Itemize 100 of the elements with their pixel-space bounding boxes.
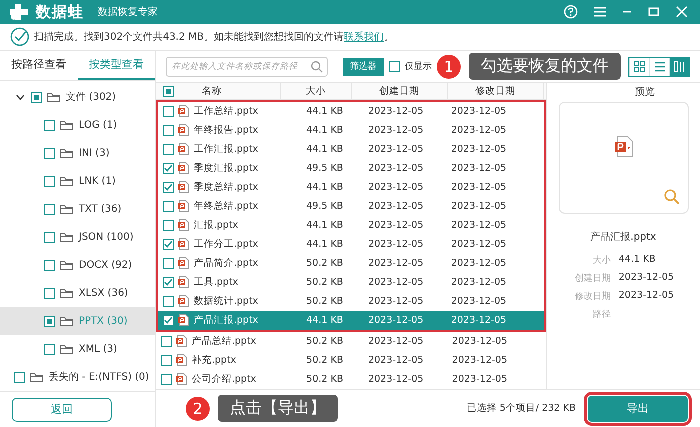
column-label[interactable]: 名称 <box>202 84 222 98</box>
folder-icon <box>60 203 74 216</box>
view-tab[interactable]: 按类型查看 <box>78 51 155 80</box>
view-mode-button[interactable] <box>669 58 689 76</box>
checkbox[interactable] <box>44 260 55 271</box>
tree-item[interactable]: XML (3) <box>0 335 155 364</box>
created-date: 2023-12-05 <box>367 374 425 385</box>
checkbox[interactable] <box>161 336 172 347</box>
tree-item[interactable]: XLSX (36) <box>0 279 155 308</box>
file-name: 补充.pptx <box>192 354 236 367</box>
presentation-file-icon <box>176 373 188 386</box>
checkbox[interactable] <box>44 120 55 131</box>
checkbox[interactable] <box>163 315 174 326</box>
presentation-file-icon <box>178 238 190 251</box>
contact-link[interactable]: 联系我们 <box>344 32 384 43</box>
checkbox[interactable] <box>163 220 174 231</box>
view-tab[interactable]: 按路径查看 <box>0 51 78 80</box>
tree-item[interactable]: LNK (1) <box>0 167 155 196</box>
table-row[interactable]: 产品简介.pptx 50.2 KB 2023-12-05 2023-12-05 <box>158 254 544 273</box>
table-row[interactable]: 工作总结.pptx 44.1 KB 2023-12-05 2023-12-05 <box>158 102 544 121</box>
table-row[interactable]: 季度汇报.pptx 49.5 KB 2023-12-05 2023-12-05 <box>158 159 544 178</box>
table-row[interactable]: 产品汇报.pptx 44.1 KB 2023-12-05 2023-12-05 <box>158 311 544 330</box>
tree-item[interactable]: 丢失的 - E:(NTFS) (0) <box>0 363 155 392</box>
checkbox[interactable] <box>163 125 174 136</box>
detail-label: 路径 <box>592 308 611 321</box>
table-row[interactable]: 工作汇报.pptx 44.1 KB 2023-12-05 2023-12-05 <box>158 140 544 159</box>
table-row[interactable]: 年终总结.pptx 49.5 KB 2023-12-05 2023-12-05 <box>158 197 544 216</box>
checkbox[interactable] <box>163 163 174 174</box>
filter-button[interactable]: 筛选器 <box>343 58 384 76</box>
checkbox[interactable] <box>44 204 55 215</box>
checkbox[interactable] <box>163 86 174 96</box>
tree-item[interactable]: 文件 (302) <box>0 83 155 112</box>
back-button[interactable]: 返回 <box>12 398 112 422</box>
step-badge: 2 <box>186 396 210 420</box>
folder-icon <box>60 315 74 328</box>
created-date: 2023-12-05 <box>367 315 425 326</box>
checkbox[interactable] <box>44 288 55 299</box>
file-size: 44.1 KB <box>306 144 344 155</box>
file-size: 44.1 KB <box>306 220 344 231</box>
created-date: 2023-12-05 <box>367 239 425 250</box>
created-date: 2023-12-05 <box>367 336 425 347</box>
tree-item[interactable]: INI (3) <box>0 139 155 168</box>
tree-item-label: LOG (1) <box>79 120 118 131</box>
presentation-file-icon <box>178 314 190 327</box>
file-size: 50.2 KB <box>306 258 344 269</box>
tree-item[interactable]: JSON (100) <box>0 223 155 252</box>
checkbox[interactable] <box>44 344 55 355</box>
table-row[interactable]: 汇报.pptx 44.1 KB 2023-12-05 2023-12-05 <box>158 216 544 235</box>
file-name: 公司介绍.pptx <box>192 373 256 386</box>
modified-date: 2023-12-05 <box>451 277 508 288</box>
folder-icon <box>30 371 44 384</box>
search-field[interactable]: 在此处输入文件名称或保存路径 <box>166 56 328 76</box>
checkbox[interactable] <box>163 182 174 193</box>
created-date: 2023-12-05 <box>367 277 425 288</box>
modified-date: 2023-12-05 <box>451 315 508 326</box>
checkbox[interactable] <box>163 296 174 307</box>
grid-icon <box>634 60 646 72</box>
export-button[interactable]: 导出 <box>588 396 688 422</box>
created-date: 2023-12-05 <box>367 182 425 193</box>
tree-item[interactable]: DOCX (92) <box>0 251 155 280</box>
checkbox[interactable] <box>161 355 172 366</box>
checkbox[interactable] <box>31 92 42 103</box>
menu-icon <box>594 6 606 18</box>
panel-icon <box>674 60 686 72</box>
table-row[interactable]: 年终报告.pptx 44.1 KB 2023-12-05 2023-12-05 <box>158 121 544 140</box>
file-size: 50.2 KB <box>306 296 344 307</box>
view-mode-group[interactable] <box>628 56 690 76</box>
file-name: 数据统计.pptx <box>194 295 258 308</box>
table-row[interactable]: 产品总结.pptx 50.2 KB 2023-12-05 2023-12-05 <box>156 332 546 351</box>
column-header[interactable]: 创建日期 <box>352 83 448 99</box>
checkbox[interactable] <box>44 232 55 243</box>
file-size: 44.1 KB <box>306 239 344 250</box>
created-date: 2023-12-05 <box>367 201 425 212</box>
checkbox[interactable] <box>163 144 174 155</box>
checkbox[interactable] <box>44 148 55 159</box>
column-header[interactable]: 大小 <box>281 83 352 99</box>
checkbox[interactable] <box>163 106 174 117</box>
file-name: 产品简介.pptx <box>194 257 258 270</box>
checkbox[interactable] <box>163 201 174 212</box>
checkbox[interactable] <box>161 374 172 385</box>
table-row[interactable]: 数据统计.pptx 50.2 KB 2023-12-05 2023-12-05 <box>158 292 544 311</box>
presentation-file-icon <box>176 354 188 367</box>
checkbox[interactable] <box>14 372 25 383</box>
checkbox[interactable] <box>163 258 174 269</box>
column-header[interactable]: 修改日期 <box>448 83 544 99</box>
checkbox[interactable] <box>44 316 55 327</box>
checkbox[interactable] <box>163 239 174 250</box>
table-row[interactable]: 公司介绍.pptx 50.2 KB 2023-12-05 2023-12-05 <box>156 370 546 389</box>
checkbox[interactable] <box>44 176 55 187</box>
table-row[interactable]: 季度总结.pptx 44.1 KB 2023-12-05 2023-12-05 <box>158 178 544 197</box>
tree-item[interactable]: TXT (36) <box>0 195 155 224</box>
table-row[interactable]: 补充.pptx 50.2 KB 2023-12-05 2023-12-05 <box>156 351 546 370</box>
table-row[interactable]: 工作分工.pptx 44.1 KB 2023-12-05 2023-12-05 <box>158 235 544 254</box>
presentation-file-icon <box>178 105 190 118</box>
presentation-file-icon <box>178 143 190 156</box>
column-header[interactable]: 名称 <box>156 83 281 99</box>
tree-item[interactable]: LOG (1) <box>0 111 155 140</box>
checkbox[interactable] <box>163 277 174 288</box>
checkbox[interactable] <box>389 61 400 72</box>
table-row[interactable]: 工具.pptx 50.2 KB 2023-12-05 2023-12-05 <box>158 273 544 292</box>
